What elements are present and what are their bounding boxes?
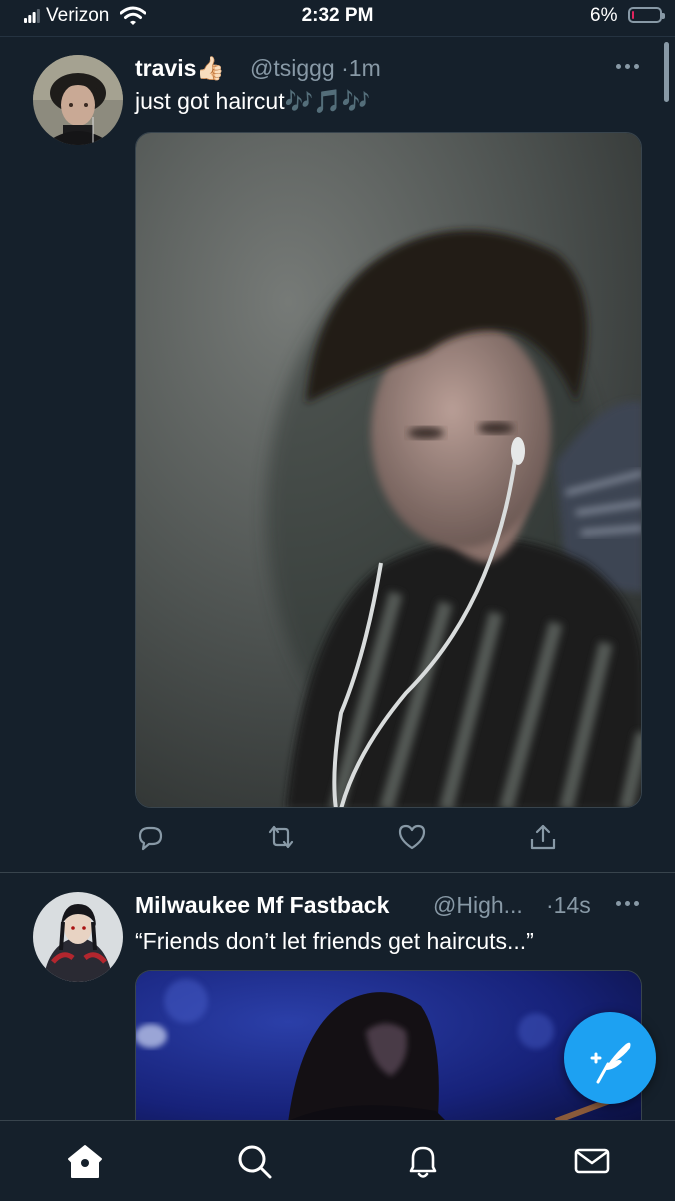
home-icon[interactable] xyxy=(65,1141,105,1181)
tweet-text: just got haircut🎶🎵🎶 xyxy=(135,88,371,114)
tweet-timestamp[interactable]: 1m xyxy=(349,55,381,81)
messages-icon[interactable] xyxy=(572,1141,612,1181)
share-icon[interactable] xyxy=(528,822,558,852)
reply-icon[interactable] xyxy=(135,822,165,852)
tweet-meta: @High... xyxy=(433,892,523,919)
more-options-icon[interactable] xyxy=(616,901,640,907)
compose-tweet-button[interactable] xyxy=(564,1012,656,1104)
tweet-author-name[interactable]: travis👍🏻 xyxy=(135,55,225,82)
avatar[interactable] xyxy=(33,55,123,145)
tweet-author-name[interactable]: Milwaukee Mf Fastback xyxy=(135,892,389,919)
search-icon[interactable] xyxy=(234,1141,274,1181)
tweet-time-group: ·14s xyxy=(546,892,591,919)
like-icon[interactable] xyxy=(397,822,427,852)
tweet-actions xyxy=(135,822,642,852)
retweet-icon[interactable] xyxy=(266,822,296,852)
tweet[interactable]: travis👍🏻 @tsiggg ·1m just got haircut🎶🎵🎶 xyxy=(0,0,675,872)
notifications-icon[interactable] xyxy=(403,1141,443,1181)
compose-tweet-icon xyxy=(590,1042,631,1084)
tweet-handle[interactable]: @High... xyxy=(433,892,523,918)
avatar[interactable] xyxy=(33,892,123,982)
tweet-timestamp[interactable]: 14s xyxy=(554,892,591,918)
tweet-text: “Friends don’t let friends get haircuts.… xyxy=(135,928,534,954)
more-options-icon[interactable] xyxy=(616,64,640,70)
tweet-meta: @tsiggg ·1m xyxy=(250,55,381,82)
bottom-tab-bar xyxy=(0,1120,675,1201)
meta-separator: · xyxy=(546,892,554,918)
thumbs-up-emoji: 👍🏻 xyxy=(196,55,226,81)
tweet-photo[interactable] xyxy=(135,132,642,808)
tweet-handle[interactable]: @tsiggg xyxy=(250,55,335,81)
meta-separator: · xyxy=(341,55,349,81)
